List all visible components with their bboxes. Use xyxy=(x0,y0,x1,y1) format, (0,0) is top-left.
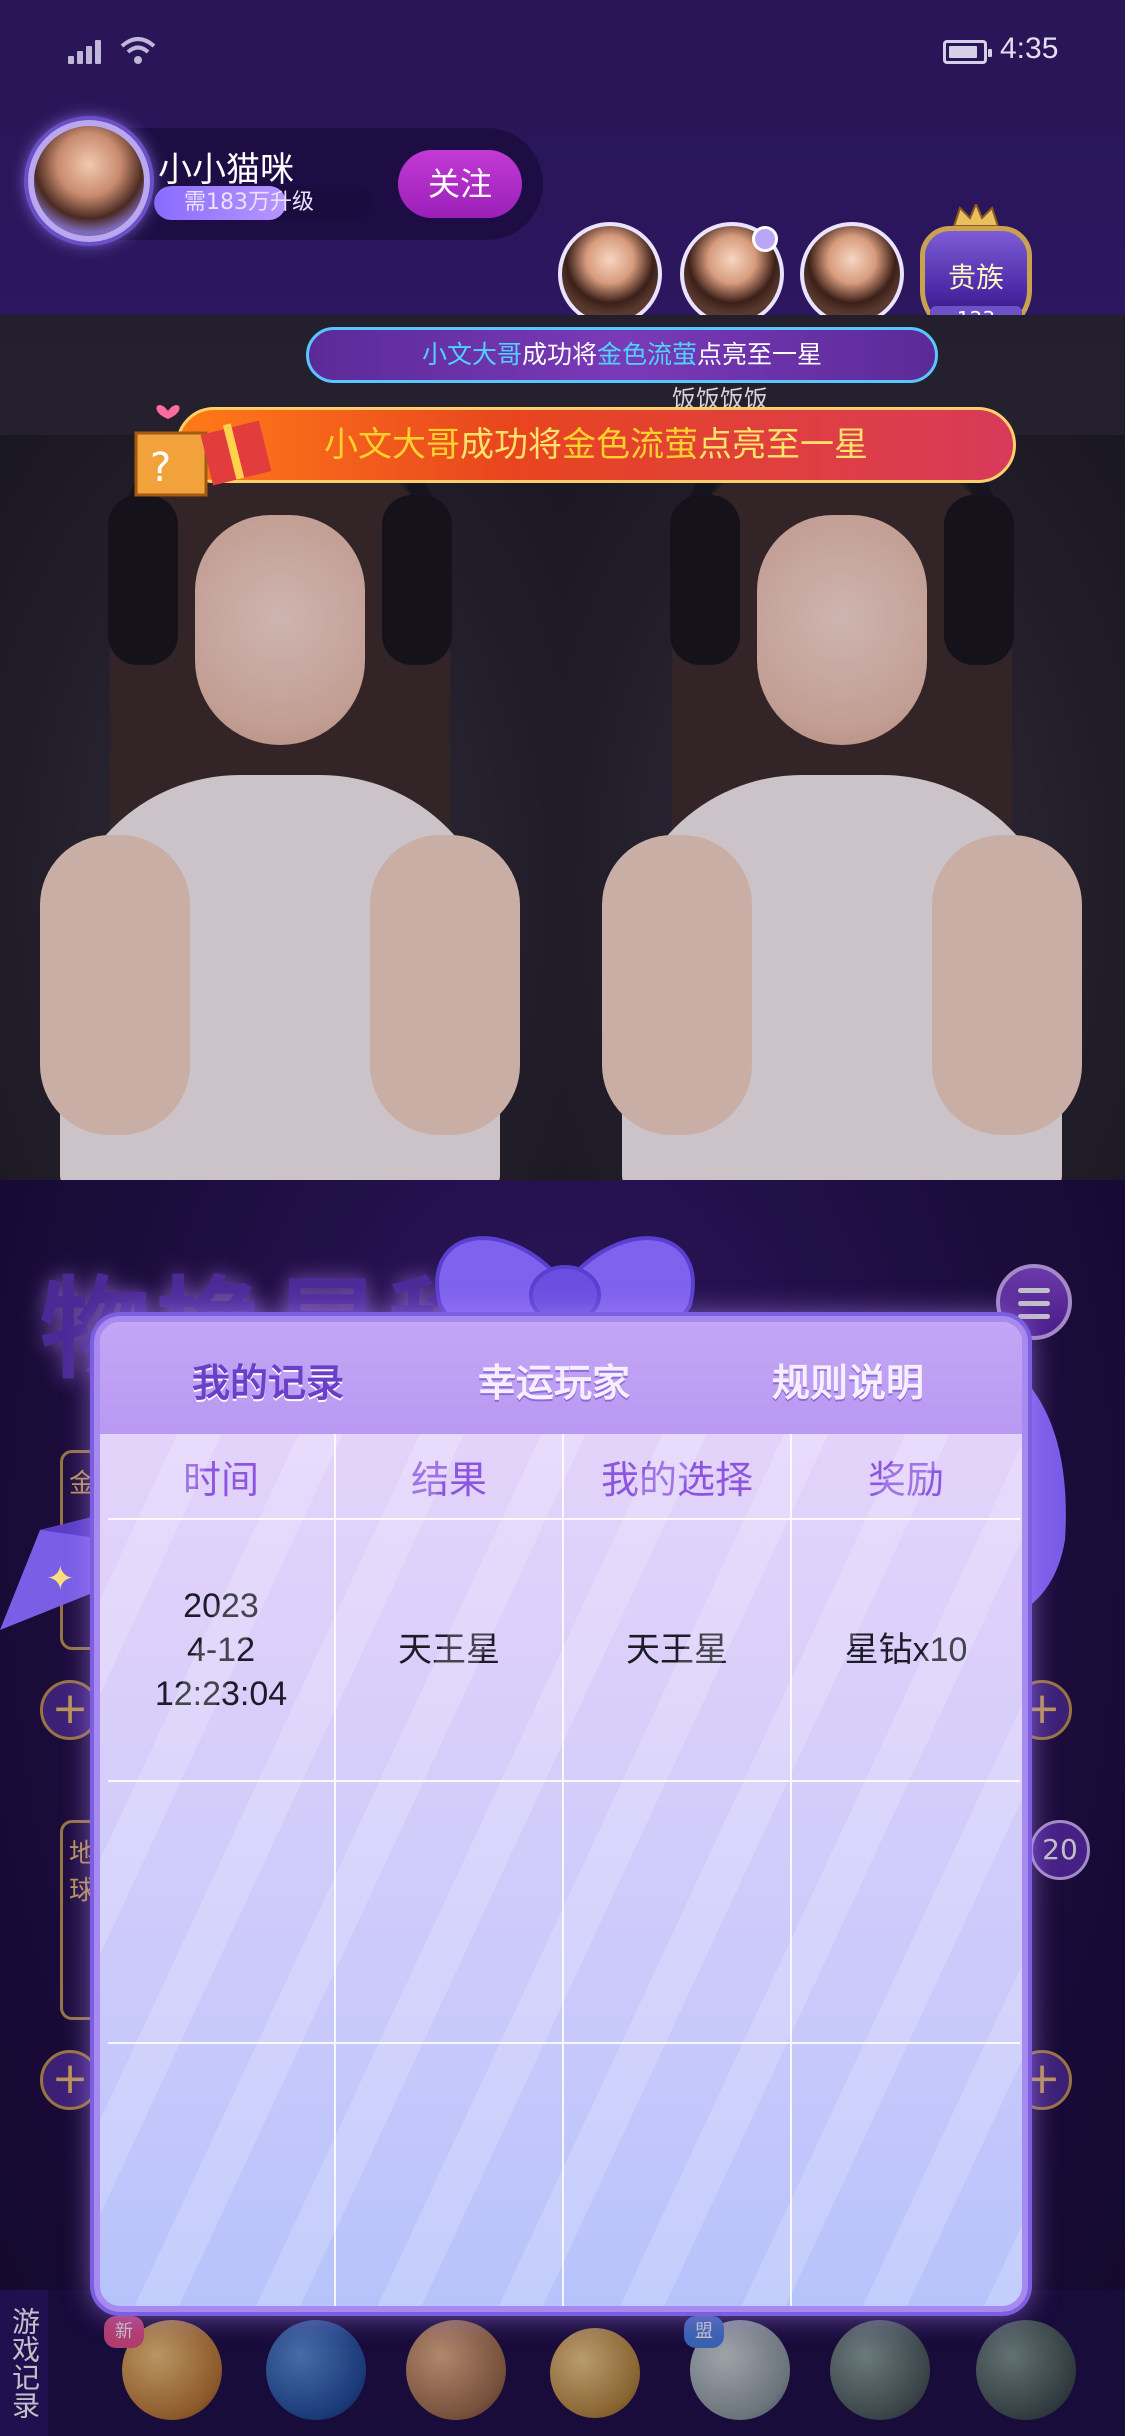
notice-text: 成功将 xyxy=(521,340,597,369)
table-cell-empty xyxy=(792,2044,1020,2306)
signal-icon xyxy=(68,40,106,64)
host-level-bar: 需183万升级 xyxy=(154,186,372,220)
viewer-avatar[interactable] xyxy=(800,222,904,326)
records-modal: 我的记录 幸运玩家 规则说明 时间 结果 我的选择 奖励 2023 4-12 1… xyxy=(94,1316,1028,2312)
records-table: 时间 结果 我的选择 奖励 2023 4-12 12:23:04 天王星 天王星… xyxy=(108,1434,1020,2306)
notice-text: 成功将 xyxy=(460,425,562,465)
modal-tab-bar: 我的记录 幸运玩家 规则说明 xyxy=(100,1322,1022,1434)
table-cell-time: 2023 4-12 12:23:04 xyxy=(108,1520,336,1782)
crown-icon xyxy=(952,204,1000,227)
host-name: 小小猫咪 xyxy=(158,150,294,190)
svg-text:?: ? xyxy=(150,445,171,491)
column-header-reward: 奖励 xyxy=(792,1434,1020,1520)
notice-text: 点亮至一星 xyxy=(697,340,823,369)
table-cell-result: 天王星 xyxy=(336,1520,564,1782)
room-header: 小小猫咪 需183万升级 关注 贵族 123 星曜号：123456 xyxy=(0,100,1125,369)
column-header-my-choice: 我的选择 xyxy=(564,1434,792,1520)
host-level-text: 需183万升级 xyxy=(184,190,314,215)
table-cell-reward: 星钻x10 xyxy=(792,1520,1020,1782)
notice-user: 小文大哥 xyxy=(324,425,460,465)
battery-icon xyxy=(943,40,992,64)
viewer-avatar[interactable] xyxy=(558,222,662,326)
noble-label: 贵族 xyxy=(947,261,1004,294)
table-cell-empty xyxy=(336,1782,564,2044)
column-header-time: 时间 xyxy=(108,1434,336,1520)
notice-item: 金色流萤 xyxy=(562,425,698,465)
column-header-result: 结果 xyxy=(336,1434,564,1520)
table-cell-empty xyxy=(336,2044,564,2306)
viewer-avatar[interactable] xyxy=(680,222,784,326)
notice-user: 小文大哥 xyxy=(421,340,522,369)
tab-my-records[interactable]: 我的记录 xyxy=(192,1352,344,1407)
status-time: 4:35 xyxy=(1000,32,1059,65)
table-cell-empty xyxy=(108,2044,336,2306)
broadcast-notice-small: 小文大哥成功将金色流萤点亮至一星 xyxy=(306,327,938,383)
host-avatar[interactable] xyxy=(28,120,150,242)
table-cell-empty xyxy=(564,2044,792,2306)
clock-badge-icon xyxy=(752,226,778,252)
table-cell-empty xyxy=(564,1782,792,2044)
follow-button[interactable]: 关注 xyxy=(398,150,522,218)
wifi-icon xyxy=(120,37,156,64)
svg-text:✦: ✦ xyxy=(46,1559,75,1599)
live-video-area[interactable]: 小文大哥成功将金色流萤点亮至一星 饭饭饭饭 小文大哥成功将金色流萤点亮至一星 ? xyxy=(0,315,1125,1180)
status-bar: 4:35 xyxy=(0,0,1125,100)
table-cell-empty xyxy=(792,1782,1020,2044)
table-cell-my-choice: 天王星 xyxy=(564,1520,792,1782)
mystery-gift-icon: ? xyxy=(134,405,272,497)
tab-lucky-players[interactable]: 幸运玩家 xyxy=(478,1352,630,1407)
table-cell-empty xyxy=(108,1782,336,2044)
broadcast-notice-large: 小文大哥成功将金色流萤点亮至一星 xyxy=(176,407,1016,483)
notice-text: 点亮至一星 xyxy=(698,425,868,465)
host-info-pill[interactable]: 小小猫咪 需183万升级 关注 xyxy=(28,120,543,242)
notice-item: 金色流萤 xyxy=(597,340,698,369)
tab-rules[interactable]: 规则说明 xyxy=(772,1352,924,1407)
